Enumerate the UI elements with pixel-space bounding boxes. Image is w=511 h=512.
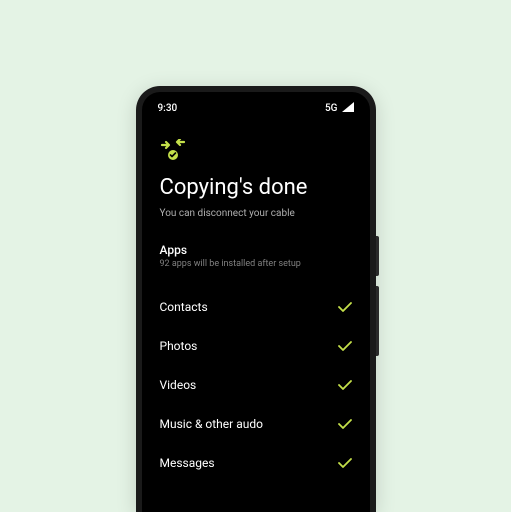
list-item-contacts: Contacts — [160, 287, 352, 326]
check-icon — [338, 414, 352, 433]
status-bar: 9:30 5G — [142, 92, 370, 119]
list-item-music: Music & other audo — [160, 404, 352, 443]
list-item-videos: Videos — [160, 365, 352, 404]
power-button — [376, 286, 379, 356]
main-content: Copying's done You can disconnect your c… — [142, 119, 370, 482]
phone-frame: 9:30 5G Copying's done — [136, 86, 376, 512]
status-right: 5G — [325, 102, 354, 115]
list-label: Music & other audo — [160, 417, 263, 431]
signal-icon — [342, 102, 354, 115]
network-label: 5G — [325, 103, 338, 114]
apps-section-title: Apps — [160, 243, 352, 257]
check-icon — [338, 297, 352, 316]
page-title: Copying's done — [160, 175, 352, 200]
list-item-photos: Photos — [160, 326, 352, 365]
check-icon — [338, 336, 352, 355]
apps-section: Apps 92 apps will be installed after set… — [160, 243, 352, 269]
list-item-messages: Messages — [160, 443, 352, 482]
transfer-done-icon — [160, 139, 184, 163]
check-icon — [338, 375, 352, 394]
volume-button — [376, 236, 379, 276]
check-icon — [338, 453, 352, 472]
phone-screen: 9:30 5G Copying's done — [142, 92, 370, 512]
apps-section-subtitle: 92 apps will be installed after setup — [160, 259, 352, 269]
list-label: Contacts — [160, 300, 208, 314]
list-label: Videos — [160, 378, 197, 392]
list-label: Photos — [160, 339, 198, 353]
page-subtitle: You can disconnect your cable — [160, 208, 352, 219]
status-time: 9:30 — [158, 103, 178, 114]
list-label: Messages — [160, 456, 215, 470]
